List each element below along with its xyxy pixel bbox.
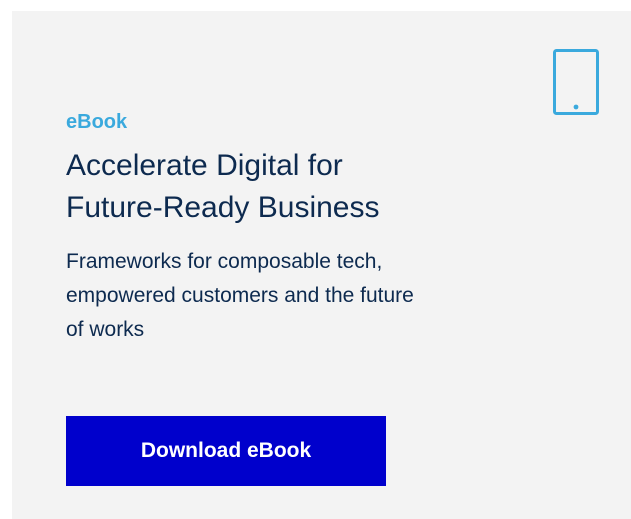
download-ebook-button[interactable]: Download eBook	[66, 416, 386, 486]
ebook-description-line: empowered customers and the future	[66, 284, 414, 307]
ebook-description-line: Frameworks for composable tech,	[66, 250, 383, 273]
ebook-description: Frameworks for composable tech, empowere…	[66, 245, 566, 347]
tablet-icon	[553, 49, 599, 115]
ebook-title-line: Accelerate Digital for	[66, 149, 343, 182]
ebook-description-line: of works	[66, 318, 145, 341]
ebook-title: Accelerate Digital for Future-Ready Busi…	[66, 145, 526, 229]
ebook-title-line: Future-Ready Business	[66, 191, 380, 224]
content-type-label: eBook	[66, 111, 128, 133]
ebook-promo-card: eBook Accelerate Digital for Future-Read…	[12, 11, 631, 519]
